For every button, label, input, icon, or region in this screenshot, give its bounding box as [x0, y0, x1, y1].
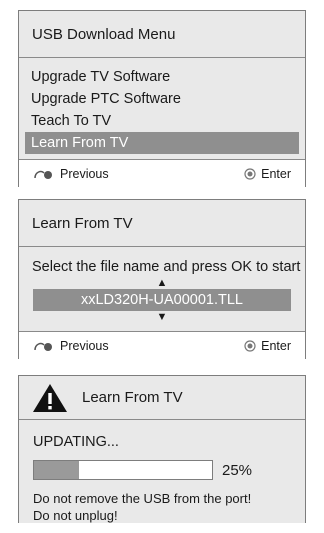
progress-percent: 25%	[222, 461, 253, 479]
panel-footer: Previous Enter	[19, 331, 305, 360]
enter-button[interactable]: Enter	[244, 339, 291, 353]
previous-label: Previous	[60, 167, 109, 181]
panel-header: Learn From TV	[19, 376, 305, 420]
menu-item-upgrade-tv-software[interactable]: Upgrade TV Software	[25, 66, 299, 88]
instruction-text: Select the file name and press OK to sta…	[32, 259, 301, 275]
progress-bar	[33, 460, 213, 480]
updating-body: UPDATING... 25% Do not remove the USB fr…	[19, 420, 305, 523]
warning-triangle-icon	[33, 383, 67, 412]
panel-title: Learn From TV	[82, 389, 183, 406]
usb-download-menu-panel: USB Download Menu Upgrade TV Software Up…	[18, 10, 306, 188]
back-swirl-icon	[34, 342, 52, 351]
previous-button[interactable]: Previous	[33, 167, 109, 181]
warning-message-usb: Do not remove the USB from the port!	[33, 491, 252, 506]
status-text: UPDATING...	[33, 434, 119, 450]
enter-label: Enter	[261, 339, 291, 353]
progress-row: 25%	[19, 450, 305, 480]
panel-title: USB Download Menu	[19, 11, 305, 58]
previous-button[interactable]: Previous	[33, 339, 109, 353]
menu-body: Upgrade TV Software Upgrade PTC Software…	[19, 58, 305, 159]
down-arrow-icon[interactable]: ▼	[19, 311, 305, 323]
warning-message-unplug: Do not unplug!	[33, 508, 118, 523]
ok-circle-icon	[244, 340, 256, 352]
learn-from-tv-select-panel: Learn From TV Select the file name and p…	[18, 199, 306, 360]
previous-label: Previous	[60, 339, 109, 353]
back-swirl-icon	[34, 170, 52, 179]
menu-item-learn-from-tv[interactable]: Learn From TV	[25, 132, 299, 154]
menu-list: Upgrade TV Software Upgrade PTC Software…	[25, 66, 299, 154]
filename-field[interactable]: xxLD320H-UA00001.TLL	[33, 289, 291, 311]
progress-fill	[34, 461, 79, 479]
learn-from-tv-updating-panel: Learn From TV UPDATING... 25% Do not rem…	[18, 375, 306, 523]
select-body: Select the file name and press OK to sta…	[19, 247, 305, 331]
up-arrow-icon[interactable]: ▲	[19, 277, 305, 289]
panel-footer: Previous Enter	[19, 159, 305, 188]
panel-title: Learn From TV	[19, 200, 305, 247]
menu-item-upgrade-ptc-software[interactable]: Upgrade PTC Software	[25, 88, 299, 110]
enter-label: Enter	[261, 167, 291, 181]
enter-button[interactable]: Enter	[244, 167, 291, 181]
menu-item-teach-to-tv[interactable]: Teach To TV	[25, 110, 299, 132]
ok-circle-icon	[244, 168, 256, 180]
